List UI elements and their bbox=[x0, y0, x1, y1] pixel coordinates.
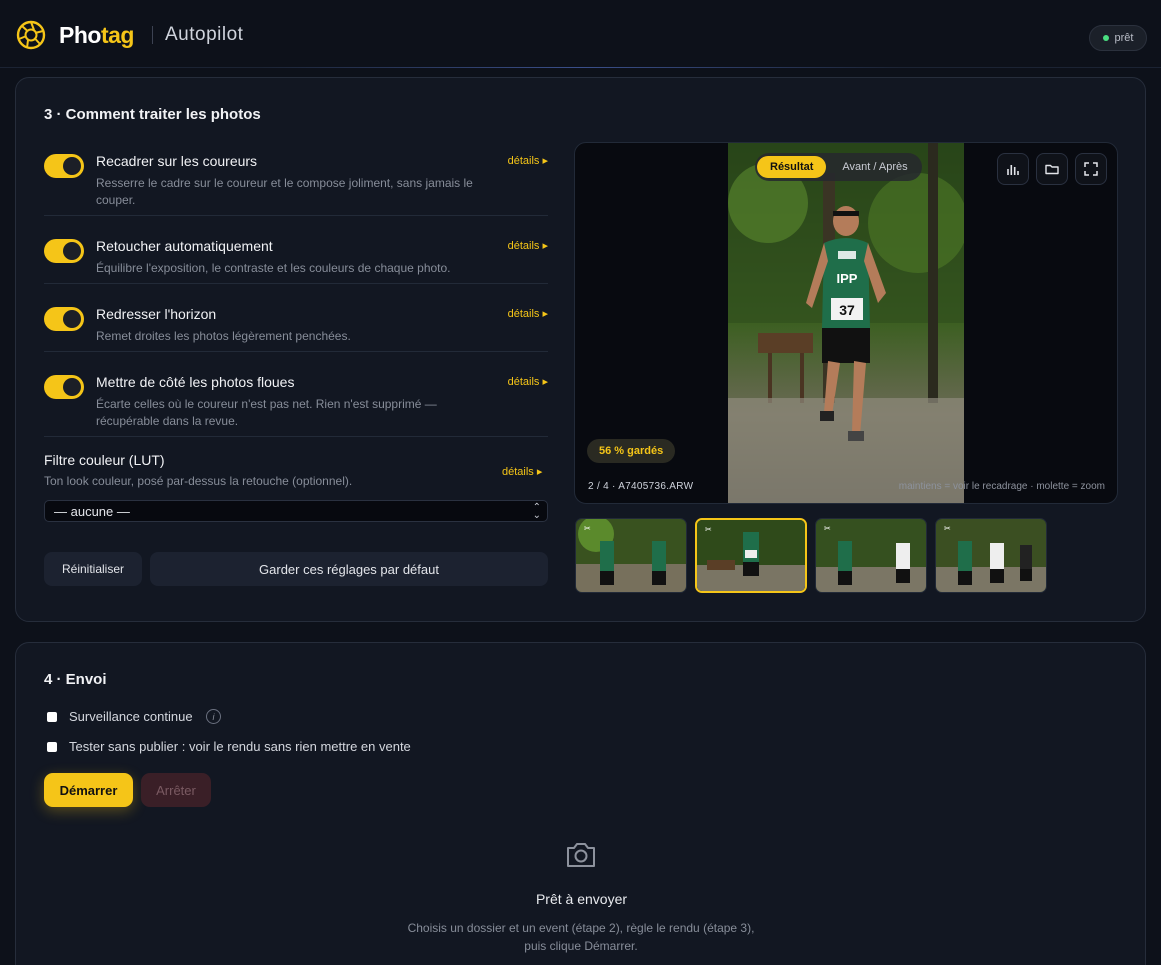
empty-state-desc: Choisis un dossier et un event (étape 2)… bbox=[407, 921, 755, 953]
aperture-logo-icon bbox=[16, 20, 46, 50]
thumbnail-3[interactable]: ✂ bbox=[815, 518, 927, 593]
thumb-image: ✂ bbox=[936, 519, 1046, 592]
divider bbox=[44, 283, 548, 284]
app-subtitle: Autopilot bbox=[165, 24, 244, 45]
thumb-image: ✂ bbox=[816, 519, 926, 592]
open-folder-button[interactable] bbox=[1036, 153, 1068, 185]
lut-select[interactable]: — aucune — ⌃ ⌄ bbox=[44, 500, 548, 522]
view-mode-switch: Résultat Avant / Après bbox=[755, 153, 922, 181]
details-link[interactable]: détails ▸ bbox=[508, 375, 548, 388]
test-mode-checkbox[interactable] bbox=[47, 742, 57, 752]
thumb-image: ✂ bbox=[576, 519, 686, 592]
option-desc: Resserre le cadre sur le coureur et le c… bbox=[96, 176, 473, 207]
histogram-button[interactable] bbox=[997, 153, 1029, 185]
watch-checkbox[interactable] bbox=[47, 712, 57, 722]
camera-icon bbox=[567, 843, 595, 867]
brand-name: Photag bbox=[59, 22, 134, 48]
info-icon[interactable]: i bbox=[206, 709, 221, 724]
reset-button[interactable]: Réinitialiser bbox=[44, 552, 142, 586]
fullscreen-button[interactable] bbox=[1075, 153, 1107, 185]
divider bbox=[44, 351, 548, 352]
option-label: Redresser l'horizon bbox=[96, 306, 217, 322]
preview-photo[interactable]: 37 IPP bbox=[728, 143, 964, 503]
tab-before-after[interactable]: Avant / Après bbox=[830, 156, 919, 178]
lut-selected-value: — aucune — bbox=[54, 504, 130, 519]
empty-state-title: Prêt à envoyer bbox=[535, 891, 628, 907]
processing-card: 3 · Comment traiter les photos Recadrer … bbox=[15, 77, 1146, 622]
horizon-toggle[interactable] bbox=[44, 307, 84, 331]
svg-text:✂: ✂ bbox=[705, 525, 712, 534]
thumbnail-2-selected[interactable]: ✂ bbox=[695, 518, 807, 593]
thumbnail-4[interactable]: ✂ bbox=[935, 518, 1047, 593]
status-text: prêt bbox=[1114, 32, 1134, 44]
processing-title: 3 · Comment traiter les photos bbox=[44, 106, 261, 123]
viewer-hint: maintiens = voir le recadrage · molette … bbox=[898, 481, 1105, 492]
photo-viewer[interactable]: 37 IPP Résultat Avant / Après 56 % gardé… bbox=[574, 142, 1118, 504]
retouch-toggle[interactable] bbox=[44, 239, 84, 263]
save-default-button[interactable]: Garder ces réglages par défaut bbox=[150, 552, 548, 586]
details-link[interactable]: détails ▸ bbox=[508, 239, 548, 252]
details-link[interactable]: détails ▸ bbox=[508, 307, 548, 320]
blur-toggle[interactable] bbox=[44, 375, 84, 399]
stop-button[interactable]: Arrêter bbox=[141, 773, 211, 807]
histogram-icon bbox=[1007, 165, 1019, 175]
select-chevron-icon: ⌃ ⌄ bbox=[532, 502, 541, 521]
jersey-text: IPP bbox=[837, 271, 858, 286]
send-title: 4 · Envoi bbox=[44, 671, 107, 688]
option-label: Retoucher automatiquement bbox=[96, 238, 273, 254]
start-button[interactable]: Démarrer bbox=[44, 773, 133, 807]
header-divider bbox=[152, 26, 153, 44]
option-desc: Équilibre l'exposition, le contraste et … bbox=[96, 261, 451, 275]
svg-text:✂: ✂ bbox=[824, 524, 831, 533]
file-name: 2 / 4 · A7405736.ARW bbox=[588, 481, 694, 492]
lut-title: Filtre couleur (LUT) bbox=[44, 452, 165, 468]
status-dot-icon bbox=[1102, 35, 1109, 41]
tab-result[interactable]: Résultat bbox=[757, 156, 827, 178]
svg-text:✂: ✂ bbox=[944, 524, 951, 533]
bib-number: 37 bbox=[839, 302, 855, 318]
kept-percentage-badge: 56 % gardés bbox=[587, 439, 676, 463]
runner-photo: 37 IPP bbox=[728, 143, 964, 503]
folder-icon bbox=[1045, 164, 1059, 175]
option-label: Recadrer sur les coureurs bbox=[96, 153, 258, 169]
send-card: 4 · Envoi Surveillance continue i Tester… bbox=[15, 642, 1146, 965]
fullscreen-icon bbox=[1084, 162, 1098, 176]
watch-label: Surveillance continue bbox=[69, 709, 193, 724]
divider bbox=[44, 215, 548, 216]
option-desc: Écarte celles où le coureur n'est pas ne… bbox=[96, 397, 437, 428]
lut-desc: Ton look couleur, posé par-dessus la ret… bbox=[44, 474, 353, 488]
option-label: Mettre de côté les photos floues bbox=[96, 374, 295, 390]
test-mode-label: Tester sans publier : voir le rendu sans… bbox=[69, 739, 411, 754]
lut-details-link[interactable]: détails ▸ bbox=[502, 465, 542, 478]
app-header: Photag Autopilot prêt bbox=[0, 0, 1161, 68]
option-desc: Remet droites les photos légèrement penc… bbox=[96, 329, 351, 343]
crop-toggle[interactable] bbox=[44, 154, 84, 178]
details-link[interactable]: détails ▸ bbox=[508, 154, 548, 167]
status-badge: prêt bbox=[1089, 25, 1147, 51]
thumbnail-1[interactable]: ✂ bbox=[575, 518, 687, 593]
divider bbox=[44, 436, 548, 437]
thumb-image: ✂ bbox=[697, 520, 805, 591]
svg-text:✂: ✂ bbox=[584, 524, 591, 533]
